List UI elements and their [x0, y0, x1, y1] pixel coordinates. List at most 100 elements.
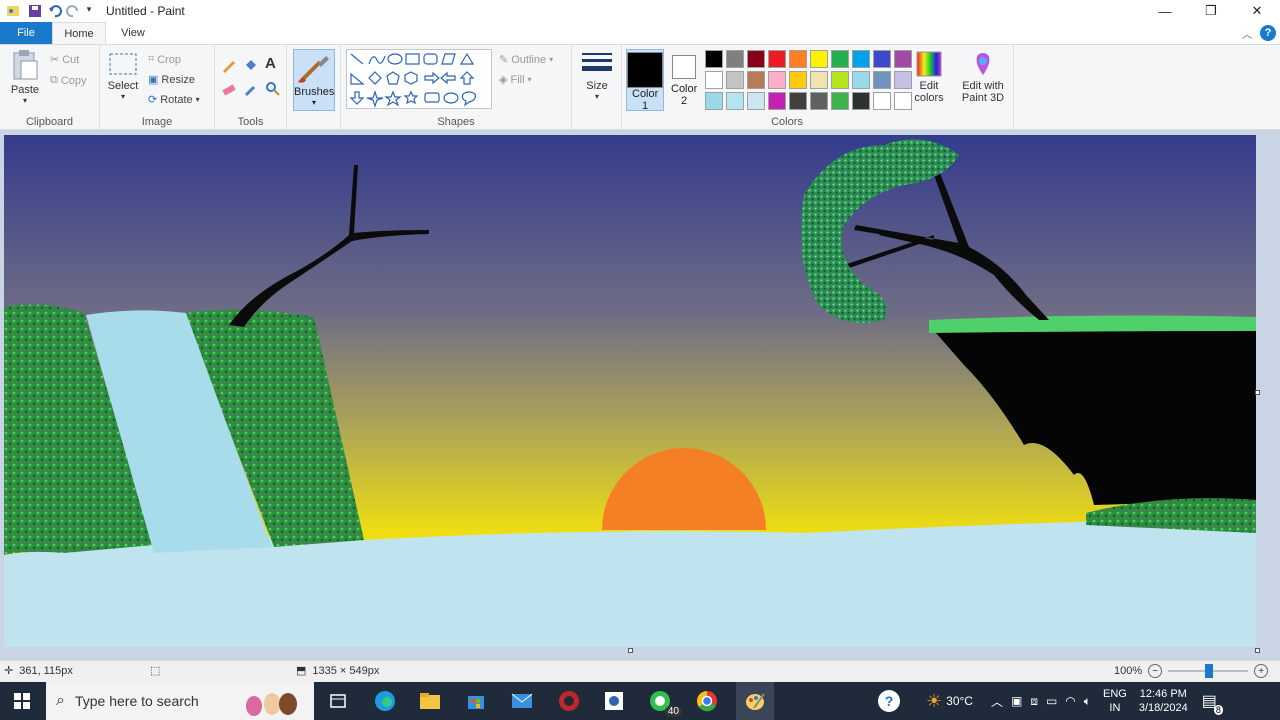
palette-swatch[interactable]	[831, 50, 849, 68]
wifi-icon[interactable]: ◠	[1065, 694, 1075, 708]
resize-handle-bottom[interactable]	[628, 648, 633, 653]
shapes-gallery[interactable]	[346, 49, 492, 109]
color2-button[interactable]: Color 2	[668, 49, 700, 111]
language-indicator[interactable]: ENG IN	[1103, 687, 1127, 715]
palette-swatch[interactable]	[747, 71, 765, 89]
palette-swatch[interactable]	[852, 92, 870, 110]
palette-swatch[interactable]	[831, 92, 849, 110]
weather-sun-icon[interactable]: ☀	[926, 691, 942, 712]
fill-button[interactable]: ◈ Fill ▾	[499, 73, 532, 87]
palette-swatch[interactable]	[747, 50, 765, 68]
zoom-slider-thumb[interactable]	[1205, 664, 1214, 678]
palette-swatch[interactable]	[768, 50, 786, 68]
redo-icon[interactable]	[66, 4, 80, 18]
palette-swatch[interactable]	[873, 50, 891, 68]
size-button[interactable]: Size ▾	[579, 51, 615, 101]
palette-swatch[interactable]	[705, 92, 723, 110]
palette-swatch[interactable]	[852, 50, 870, 68]
zoom-controls: 100% − +	[1114, 664, 1269, 678]
fill-bucket-icon[interactable]	[243, 57, 259, 73]
collapse-ribbon-icon[interactable]: ︿	[1242, 26, 1252, 41]
maximize-button[interactable]: ❐	[1188, 0, 1234, 22]
copy-button[interactable]: ⧉ Copy	[50, 74, 87, 87]
taskbar-search-box[interactable]: ⌕ Type here to search	[46, 682, 314, 720]
palette-swatch[interactable]	[894, 71, 912, 89]
palette-swatch[interactable]	[789, 92, 807, 110]
zoom-in-icon[interactable]: +	[1254, 664, 1269, 678]
edit-colors-button[interactable]: Edit colors	[912, 51, 946, 104]
network-icon[interactable]: ⧈	[1030, 694, 1038, 709]
edge-browser-icon[interactable]	[371, 687, 399, 715]
paint-app-icon[interactable]	[6, 4, 20, 18]
pencil-icon[interactable]	[221, 57, 237, 73]
palette-swatch[interactable]	[705, 71, 723, 89]
text-tool-icon[interactable]: A	[265, 55, 276, 72]
resize-handle-right[interactable]	[1255, 390, 1260, 395]
rotate-button[interactable]: ⟳ Rotate ▾	[148, 93, 200, 107]
customize-quick-access-icon[interactable]: ▾	[82, 4, 96, 18]
palette-swatch[interactable]	[810, 50, 828, 68]
palette-swatch[interactable]	[705, 50, 723, 68]
palette-swatch[interactable]	[852, 71, 870, 89]
palette-swatch[interactable]	[894, 50, 912, 68]
mail-icon[interactable]	[508, 687, 536, 715]
file-explorer-icon[interactable]	[416, 687, 444, 715]
chevron-up-icon[interactable]: ︿	[991, 693, 1003, 710]
close-button[interactable]: ✕	[1234, 0, 1280, 22]
camera-icon[interactable]: ▣	[1011, 694, 1022, 708]
tab-home[interactable]: Home	[52, 22, 106, 44]
palette-swatch[interactable]	[789, 71, 807, 89]
paste-label: Paste	[10, 84, 40, 96]
help-circle-icon[interactable]: ?	[878, 690, 900, 712]
zoom-slider[interactable]	[1168, 664, 1249, 678]
battery-icon[interactable]: ▭	[1046, 694, 1057, 708]
color-picker-icon[interactable]	[243, 81, 259, 97]
system-tray: ? ☀ 30°C ︿ ▣ ⧈ ▭ ◠ 🔈︎ ENG IN 12:46 PM 3/…	[878, 682, 1223, 720]
palette-swatch[interactable]	[726, 50, 744, 68]
chrome-icon[interactable]	[693, 687, 721, 715]
paint-taskbar-icon[interactable]	[736, 682, 774, 720]
palette-swatch[interactable]	[831, 71, 849, 89]
minimize-button[interactable]: —	[1142, 0, 1188, 22]
save-icon[interactable]	[28, 4, 42, 18]
edit-with-paint3d-button[interactable]: Edit with Paint 3D	[958, 51, 1008, 104]
temperature-text[interactable]: 30°C	[946, 694, 973, 708]
clock[interactable]: 12:46 PM 3/18/2024	[1139, 687, 1188, 715]
palette-swatch[interactable]	[810, 92, 828, 110]
volume-icon[interactable]: 🔈︎	[1084, 694, 1091, 709]
palette-swatch[interactable]	[810, 71, 828, 89]
magnifier-icon[interactable]	[265, 81, 281, 97]
palette-swatch[interactable]	[747, 92, 765, 110]
palette-swatch[interactable]	[726, 71, 744, 89]
paste-button[interactable]: Paste ▾	[6, 49, 44, 105]
task-view-icon[interactable]	[324, 687, 352, 715]
resize-button[interactable]: ▣ Resize	[148, 73, 195, 87]
eraser-icon[interactable]	[221, 81, 237, 97]
microsoft-store-icon[interactable]	[462, 687, 490, 715]
notifications-icon[interactable]: ▤ 8	[1202, 691, 1223, 715]
resize-handle-corner[interactable]	[1255, 648, 1260, 653]
cut-button[interactable]: ✂ Cut	[50, 53, 79, 67]
select-button[interactable]: Select ▾	[106, 51, 140, 101]
whatsapp-icon[interactable]: 40	[646, 687, 682, 717]
help-icon[interactable]: ?	[1260, 25, 1276, 41]
crop-button[interactable]: ⌗ Crop	[148, 53, 181, 66]
photos-app-icon[interactable]	[600, 687, 628, 715]
palette-swatch[interactable]	[873, 92, 891, 110]
palette-swatch[interactable]	[789, 50, 807, 68]
palette-swatch[interactable]	[768, 92, 786, 110]
zoom-out-icon[interactable]: −	[1148, 664, 1163, 678]
outline-button[interactable]: ✎ Outline ▾	[499, 53, 553, 67]
palette-swatch[interactable]	[768, 71, 786, 89]
palette-swatch[interactable]	[726, 92, 744, 110]
brushes-button[interactable]: Brushes ▾	[293, 49, 335, 111]
undo-icon[interactable]	[48, 4, 62, 18]
palette-swatch[interactable]	[894, 92, 912, 110]
screen-recorder-icon[interactable]	[555, 687, 583, 715]
windows-start-icon[interactable]	[8, 687, 36, 715]
palette-swatch[interactable]	[873, 71, 891, 89]
color1-button[interactable]: Color 1	[626, 49, 664, 112]
tab-view[interactable]: View	[106, 22, 160, 44]
drawing-canvas[interactable]	[4, 135, 1256, 647]
tab-file[interactable]: File	[0, 22, 52, 44]
